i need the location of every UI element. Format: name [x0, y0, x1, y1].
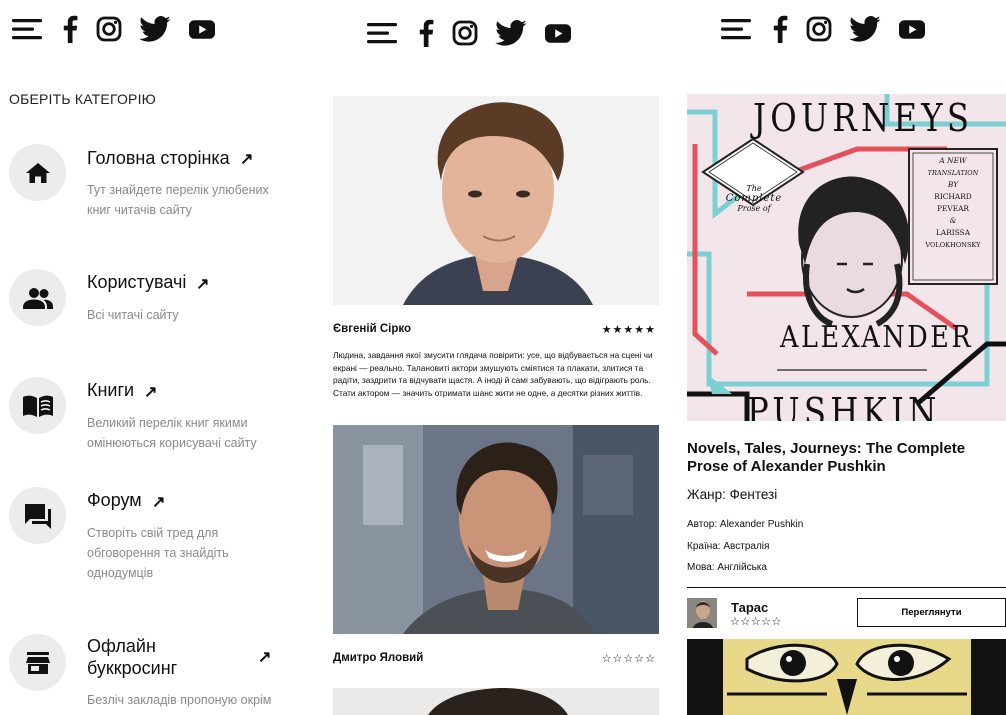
- social-bar: [721, 15, 925, 43]
- twitter-icon[interactable]: [849, 16, 881, 42]
- user-photo[interactable]: [333, 688, 659, 715]
- cover-title: JOURNEYS: [753, 96, 974, 140]
- category-forum[interactable]: Форум ↗ Створіть свій тред для обговорен…: [0, 487, 290, 587]
- category-offline-bookcrossing[interactable]: Офлайн буккросинг ↗ Безліч закладів проп…: [0, 633, 290, 715]
- book-title[interactable]: Novels, Tales, Journeys: The Complete Pr…: [687, 440, 1002, 476]
- category-description: Всі читачі сайту: [87, 308, 179, 322]
- rating-stars: ☆☆☆☆☆: [601, 653, 656, 665]
- user-photo[interactable]: [333, 96, 659, 305]
- twitter-icon[interactable]: [139, 16, 171, 42]
- user-name[interactable]: Дмитро Яловий: [333, 652, 423, 664]
- category-description: Безліч закладів пропоную окрім: [87, 693, 272, 707]
- arrow-up-right-icon[interactable]: ↗: [196, 274, 209, 294]
- rating-stars: ★★★★★: [601, 324, 656, 336]
- reviewer-name[interactable]: Тарас: [731, 600, 768, 615]
- arrow-up-right-icon[interactable]: ↗: [144, 382, 157, 402]
- categories-panel: ОБЕРІТЬ КАТЕГОРІЮ Головна сторінка ↗ Тут…: [0, 0, 300, 715]
- cover-subtitle: The Complete Prose of: [725, 184, 783, 213]
- category-description: Тут знайдете перелік улюбених книг читач…: [87, 183, 269, 217]
- arrow-up-right-icon[interactable]: ↗: [240, 149, 253, 169]
- facebook-icon[interactable]: [418, 19, 434, 47]
- view-button[interactable]: Переглянути: [857, 598, 1006, 627]
- category-description: Створіть свій тред для обговорення та зн…: [87, 526, 229, 580]
- book-country: Країна: Австралія: [687, 541, 770, 552]
- book-author: Автор: Alexander Pushkin: [687, 519, 804, 530]
- cover-author-last: PUSHKIN: [747, 390, 941, 421]
- instagram-icon[interactable]: [806, 16, 832, 42]
- category-title[interactable]: Офлайн буккросинг: [87, 635, 237, 679]
- avatar[interactable]: [687, 598, 717, 628]
- menu-icon[interactable]: [367, 20, 397, 46]
- category-title[interactable]: Книги: [87, 379, 134, 401]
- twitter-icon[interactable]: [495, 20, 527, 46]
- user-photo[interactable]: [333, 425, 659, 634]
- category-description: Великий перелік книг якими омінюються ко…: [87, 416, 257, 450]
- category-books[interactable]: Книги ↗ Великий перелік книг якими оміню…: [0, 377, 290, 457]
- user-description: Людина, завдання якої змусити глядача по…: [333, 350, 653, 398]
- instagram-icon[interactable]: [96, 16, 122, 42]
- youtube-icon[interactable]: [899, 19, 925, 39]
- category-home[interactable]: Головна сторінка ↗ Тут знайдете перелік …: [0, 144, 290, 224]
- cover-translator-tag: A NEW TRANSLATION BY RICHARD PEVEAR & LA…: [925, 156, 981, 249]
- book-language: Мова: Англійська: [687, 562, 767, 573]
- menu-icon[interactable]: [721, 16, 751, 42]
- category-heading: ОБЕРІТЬ КАТЕГОРІЮ: [9, 91, 157, 107]
- instagram-icon[interactable]: [452, 20, 478, 46]
- category-title[interactable]: Головна сторінка: [87, 147, 230, 169]
- book-cover[interactable]: [687, 639, 1006, 715]
- category-users[interactable]: Користувачі ↗ Всі читачі сайту: [0, 269, 290, 329]
- category-title[interactable]: Форум: [87, 489, 142, 511]
- menu-icon[interactable]: [12, 16, 42, 42]
- cover-author-first: ALEXANDER: [780, 320, 974, 355]
- user-name[interactable]: Євгеній Сірко: [333, 323, 411, 335]
- users-icon: [9, 269, 66, 326]
- users-panel: Євгеній Сірко ★★★★★ Людина, завдання яко…: [333, 0, 659, 715]
- divider: [687, 587, 1006, 588]
- book-icon: [9, 377, 66, 434]
- home-icon: [9, 144, 66, 201]
- store-icon: [9, 634, 66, 691]
- youtube-icon[interactable]: [545, 23, 571, 43]
- arrow-up-right-icon[interactable]: ↗: [152, 492, 165, 512]
- rating-stars: ☆☆☆☆☆: [730, 616, 782, 628]
- arrow-up-right-icon[interactable]: ↗: [258, 647, 271, 667]
- youtube-icon[interactable]: [189, 19, 215, 39]
- book-cover[interactable]: JOURNEYS The Complete Prose of A NEW TRA…: [687, 94, 1006, 421]
- category-title[interactable]: Користувачі: [87, 271, 186, 293]
- book-genre: Жанр: Фентезі: [687, 487, 778, 502]
- facebook-icon[interactable]: [62, 15, 78, 43]
- facebook-icon[interactable]: [772, 15, 788, 43]
- book-panel: JOURNEYS The Complete Prose of A NEW TRA…: [687, 0, 1006, 715]
- social-bar: [367, 19, 571, 47]
- forum-icon: [9, 487, 66, 544]
- social-bar: [12, 15, 215, 43]
